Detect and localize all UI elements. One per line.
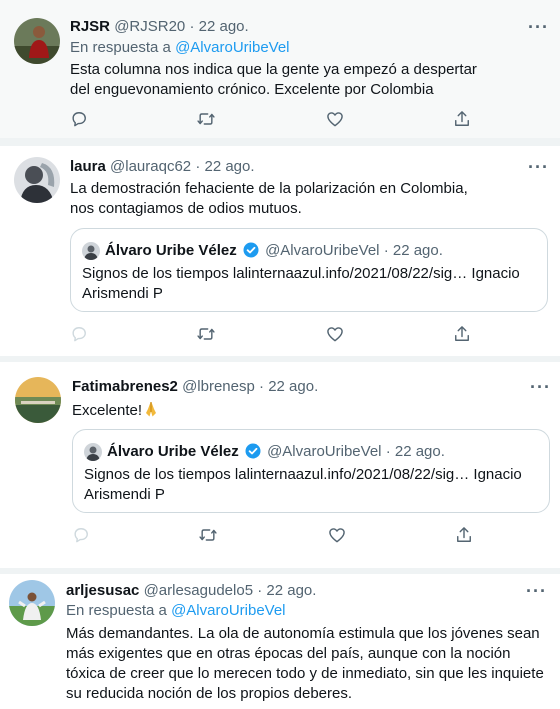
tweet-date[interactable]: 22 ago. — [266, 582, 316, 599]
reply-prefix: En respuesta a — [70, 39, 171, 56]
reply-icon[interactable] — [69, 324, 91, 346]
avatar[interactable] — [14, 18, 60, 64]
author-name[interactable]: laura — [70, 158, 106, 175]
more-options-icon[interactable]: ··· — [530, 378, 551, 396]
quoted-avatar[interactable] — [82, 242, 100, 260]
reply-icon[interactable] — [69, 109, 91, 131]
tweet-4[interactable]: arljesusac @arlesagudelo5 · 22 ago. ··· … — [0, 574, 560, 709]
more-options-icon[interactable]: ··· — [528, 158, 549, 176]
author-handle[interactable]: @arlesagudelo5 — [144, 582, 253, 599]
quoted-author-handle[interactable]: @AlvaroUribeVel — [265, 242, 379, 259]
quoted-author-handle[interactable]: @AlvaroUribeVel — [267, 443, 381, 460]
reply-icon[interactable] — [71, 525, 93, 547]
separator-dot: · — [189, 18, 195, 35]
separator-dot: · — [383, 242, 389, 259]
separator-dot: · — [257, 582, 263, 599]
author-handle[interactable]: @lbrenesp — [182, 378, 255, 395]
like-icon[interactable] — [325, 109, 347, 131]
tweet-text: La demostración fehaciente de la polariz… — [70, 180, 468, 217]
separator-dot: · — [259, 378, 265, 395]
like-icon[interactable] — [327, 525, 349, 547]
reply-context: En respuesta a @AlvaroUribeVel — [70, 38, 290, 58]
retweet-icon[interactable] — [198, 525, 220, 547]
retweet-icon[interactable] — [196, 324, 218, 346]
author-name[interactable]: RJSR — [70, 18, 110, 35]
quoted-tweet-date[interactable]: 22 ago. — [393, 242, 443, 259]
tweet-text: Más demandantes. La ola de autonomía est… — [66, 625, 544, 702]
share-icon[interactable] — [454, 525, 476, 547]
tweet-actions — [0, 109, 560, 131]
reply-prefix: En respuesta a — [66, 602, 167, 619]
quoted-author-name[interactable]: Álvaro Uribe Vélez — [105, 242, 237, 259]
separator-dot: · — [385, 443, 391, 460]
tweet-2[interactable]: laura @lauraqc62 · 22 ago. ··· La demost… — [0, 146, 560, 354]
avatar[interactable] — [9, 580, 55, 626]
quoted-tweet[interactable]: Álvaro Uribe Vélez @AlvaroUribeVel · 22 … — [70, 228, 548, 312]
folded-hands-emoji — [142, 400, 160, 418]
tweet-text-line: Excelente! — [72, 400, 492, 421]
like-icon[interactable] — [325, 324, 347, 346]
tweet-text: Esta columna nos indica que la gente ya … — [70, 61, 477, 98]
quoted-avatar[interactable] — [84, 443, 102, 461]
author-name[interactable]: Fatimabrenes2 — [72, 378, 178, 395]
tweet-actions — [0, 324, 560, 346]
quoted-tweet-date[interactable]: 22 ago. — [395, 443, 445, 460]
tweet-1[interactable]: RJSR @RJSR20 · 22 ago. ··· En respuesta … — [0, 0, 560, 138]
more-options-icon[interactable]: ··· — [526, 582, 547, 600]
divider — [0, 138, 560, 146]
tweet-date[interactable]: 22 ago. — [268, 378, 318, 395]
tweet-actions — [0, 525, 560, 547]
tweet-3[interactable]: Fatimabrenes2 @lbrenesp · 22 ago. ··· Ex… — [0, 364, 560, 568]
author-handle[interactable]: @lauraqc62 — [110, 158, 191, 175]
avatar[interactable] — [14, 157, 60, 203]
reply-mention-link[interactable]: @AlvaroUribeVel — [171, 602, 285, 619]
divider — [0, 356, 560, 362]
avatar[interactable] — [15, 377, 61, 423]
quoted-tweet[interactable]: Álvaro Uribe Vélez @AlvaroUribeVel · 22 … — [72, 429, 550, 513]
share-icon[interactable] — [452, 324, 474, 346]
more-options-icon[interactable]: ··· — [528, 18, 549, 36]
quoted-author-name[interactable]: Álvaro Uribe Vélez — [107, 443, 239, 460]
separator-dot: · — [195, 158, 201, 175]
reply-context: En respuesta a @AlvaroUribeVel — [66, 601, 286, 621]
retweet-icon[interactable] — [196, 109, 218, 131]
verified-badge-icon — [243, 242, 259, 258]
author-name[interactable]: arljesusac — [66, 582, 139, 599]
tweet-text: Excelente! — [72, 402, 143, 419]
reply-mention-link[interactable]: @AlvaroUribeVel — [175, 39, 289, 56]
quoted-tweet-text: Signos de los tiempos lalinternaazul.inf… — [84, 466, 522, 503]
share-icon[interactable] — [452, 109, 474, 131]
tweet-date[interactable]: 22 ago. — [204, 158, 254, 175]
author-handle[interactable]: @RJSR20 — [114, 18, 185, 35]
quoted-tweet-text: Signos de los tiempos lalinternaazul.inf… — [82, 265, 520, 302]
tweet-date[interactable]: 22 ago. — [199, 18, 249, 35]
verified-badge-icon — [245, 443, 261, 459]
